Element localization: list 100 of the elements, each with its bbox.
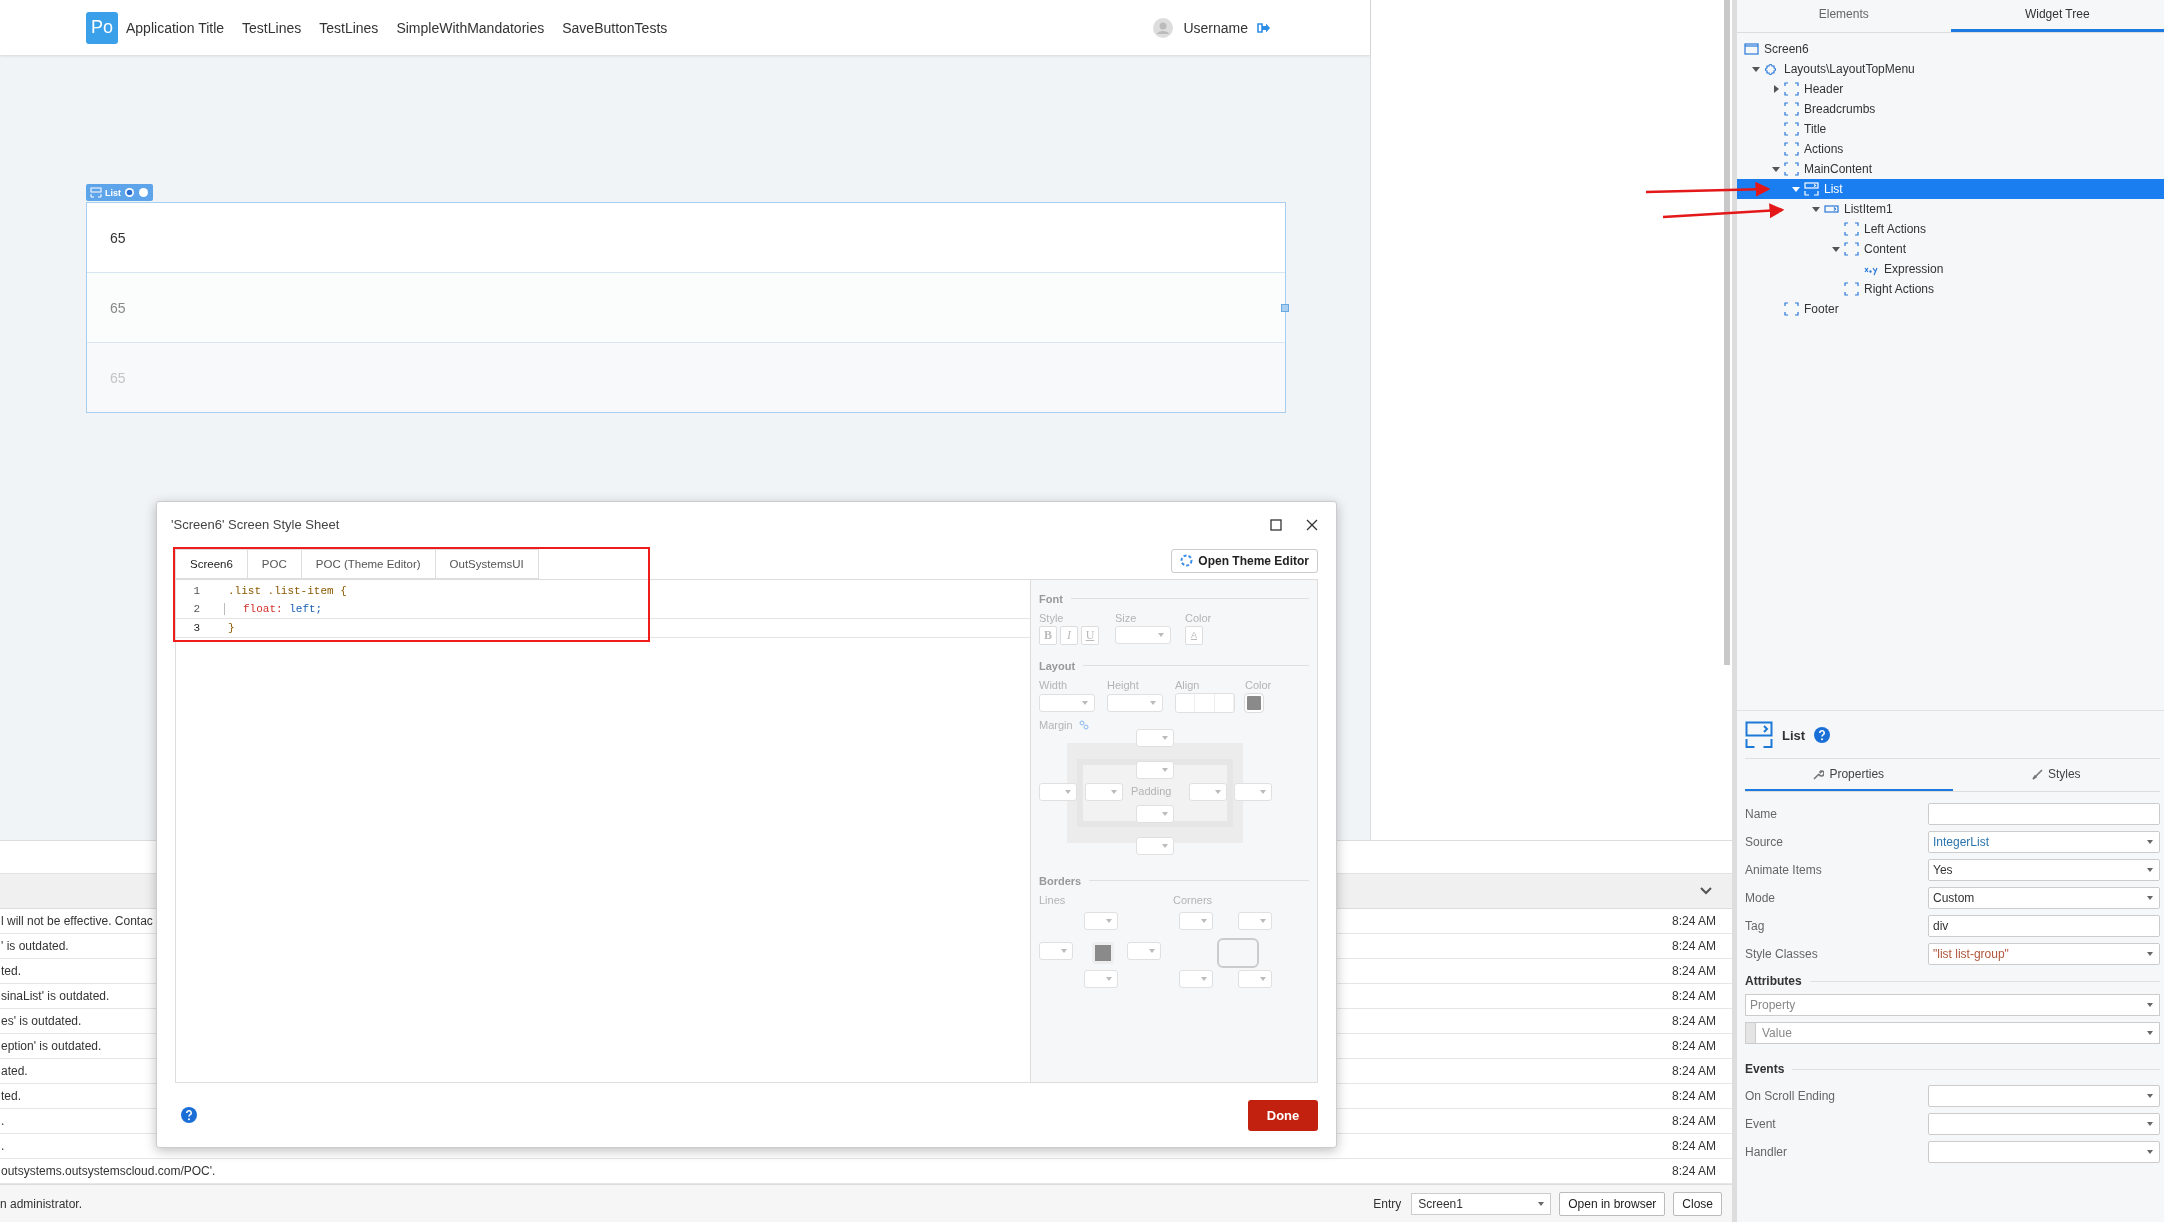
list-icon: [1804, 182, 1819, 196]
tree-item[interactable]: Left Actions: [1737, 219, 2164, 239]
log-message: ' is outdated.: [0, 939, 69, 953]
caret-icon[interactable]: [1791, 185, 1800, 193]
list-icon: [90, 187, 102, 198]
list-icon: [1745, 721, 1773, 749]
stylesheet-tab[interactable]: Screen6: [175, 548, 248, 578]
log-time: 8:24 AM: [1671, 1114, 1716, 1128]
event-handler-select[interactable]: [1928, 1113, 2160, 1135]
tree-item[interactable]: Expression: [1737, 259, 2164, 279]
padding-label: Padding: [1131, 784, 1172, 797]
property-label: Style Classes: [1745, 947, 1819, 961]
log-time: 8:24 AM: [1671, 1139, 1716, 1153]
tree-item[interactable]: ListItem1: [1737, 199, 2164, 219]
property-label: Align: [1175, 678, 1201, 691]
scrollbar[interactable]: [1724, 0, 1730, 665]
caret-icon[interactable]: [1751, 65, 1760, 73]
stylesheet-tab[interactable]: OutSystemsUI: [435, 548, 539, 578]
entry-label: Entry: [1373, 1196, 1402, 1211]
tree-item[interactable]: Breadcrumbs: [1737, 99, 2164, 119]
log-time: 8:24 AM: [1671, 964, 1716, 978]
brush-icon: [2031, 768, 2043, 780]
status-button[interactable]: Open in browser: [1559, 1191, 1666, 1216]
tree-item[interactable]: Title: [1737, 119, 2164, 139]
event-handler-select[interactable]: [1928, 1085, 2160, 1107]
caret-icon[interactable]: [1811, 205, 1820, 213]
tree-item[interactable]: Right Actions: [1737, 279, 2164, 299]
properties-tab[interactable]: Styles: [1952, 759, 2160, 791]
tree-item[interactable]: Footer: [1737, 299, 2164, 319]
container-icon: [1844, 222, 1859, 236]
container-icon: [1784, 102, 1799, 116]
property-label: Lines: [1039, 893, 1067, 906]
help-icon[interactable]: [181, 1107, 197, 1124]
property-label: Animate Items: [1745, 863, 1823, 877]
close-icon[interactable]: [1306, 518, 1318, 531]
open-theme-editor-button[interactable]: Open Theme Editor: [1171, 548, 1318, 573]
property-label: Corners: [1173, 893, 1214, 906]
log-time: 8:24 AM: [1671, 939, 1716, 953]
tree-item[interactable]: List: [1737, 179, 2164, 199]
caret-icon[interactable]: [1831, 245, 1840, 253]
attribute-value-select[interactable]: Value: [1745, 1022, 2160, 1044]
done-button[interactable]: Done: [1248, 1099, 1318, 1131]
layout-icon: [1764, 62, 1779, 76]
setting-input[interactable]: div: [1928, 915, 2160, 937]
stylesheet-tab[interactable]: POC: [247, 548, 302, 578]
property-label: Handler: [1745, 1145, 1789, 1159]
help-icon[interactable]: [1814, 727, 1831, 743]
panel-tab[interactable]: Widget Tree: [1950, 0, 2164, 32]
tree-item[interactable]: MainContent: [1737, 159, 2164, 179]
property-label: Source: [1745, 835, 1785, 849]
radio-icon[interactable]: [138, 187, 149, 198]
container-icon: [1844, 242, 1859, 256]
log-message: ted.: [0, 1089, 21, 1103]
section-title: Events: [1745, 1062, 1785, 1076]
setting-input[interactable]: [1928, 803, 2160, 825]
setting-dropdown[interactable]: Yes: [1928, 859, 2160, 881]
code-line: .list .list-item {: [228, 584, 347, 597]
menu-item[interactable]: TestLines: [242, 19, 302, 36]
property-label: Size: [1115, 611, 1138, 624]
app-title[interactable]: Application Title: [126, 19, 225, 36]
tree-item[interactable]: Header: [1737, 79, 2164, 99]
container-icon: [1784, 162, 1799, 176]
tree-item[interactable]: Actions: [1737, 139, 2164, 159]
log-message: .: [0, 1114, 5, 1128]
container-icon: [1784, 122, 1799, 136]
resize-handle[interactable]: [1281, 304, 1289, 312]
tree-item[interactable]: Screen6: [1737, 39, 2164, 59]
tree-item[interactable]: Layouts\LayoutTopMenu: [1737, 59, 2164, 79]
setting-dropdown[interactable]: "list list-group": [1928, 943, 2160, 965]
status-button[interactable]: Close: [1673, 1191, 1722, 1216]
code-editor[interactable]: 1 .list .list-item { 2 float: left; 3 }: [176, 579, 1030, 1083]
attribute-property-select[interactable]: Property: [1745, 994, 2160, 1016]
list-item-value: 65: [110, 299, 126, 316]
caret-icon[interactable]: [1771, 85, 1780, 93]
stylesheet-tab[interactable]: POC (Theme Editor): [301, 548, 436, 578]
setting-dropdown[interactable]: Custom: [1928, 887, 2160, 909]
chevron-down-icon[interactable]: [1700, 887, 1712, 895]
radio-icon[interactable]: [124, 187, 135, 198]
panel-tab[interactable]: Elements: [1737, 0, 1951, 32]
tree-item[interactable]: Content: [1737, 239, 2164, 259]
log-message: .: [0, 1139, 5, 1153]
username[interactable]: Username: [1183, 19, 1248, 36]
menu-item[interactable]: TestLines: [319, 19, 379, 36]
logout-icon[interactable]: [1257, 21, 1270, 34]
entry-select[interactable]: Screen1: [1411, 1192, 1552, 1215]
caret-icon[interactable]: [1771, 165, 1780, 173]
widget-title: List: [1782, 727, 1806, 743]
property-label: Height: [1107, 678, 1140, 691]
property-label: Width: [1039, 678, 1069, 691]
setting-dropdown[interactable]: IntegerList: [1928, 831, 2160, 853]
maximize-icon[interactable]: [1270, 518, 1282, 531]
property-label: Style: [1039, 611, 1065, 624]
menu-item[interactable]: SaveButtonTests: [562, 19, 668, 36]
event-handler-select[interactable]: [1928, 1141, 2160, 1163]
container-icon: [1784, 142, 1799, 156]
menu-item[interactable]: SimpleWithMandatories: [396, 19, 545, 36]
log-time: 8:24 AM: [1671, 914, 1716, 928]
property-label: Margin: [1039, 718, 1073, 731]
properties-tab[interactable]: Properties: [1745, 759, 1953, 791]
log-message: outsystems.outsystemscloud.com/POC'.: [0, 1164, 216, 1178]
